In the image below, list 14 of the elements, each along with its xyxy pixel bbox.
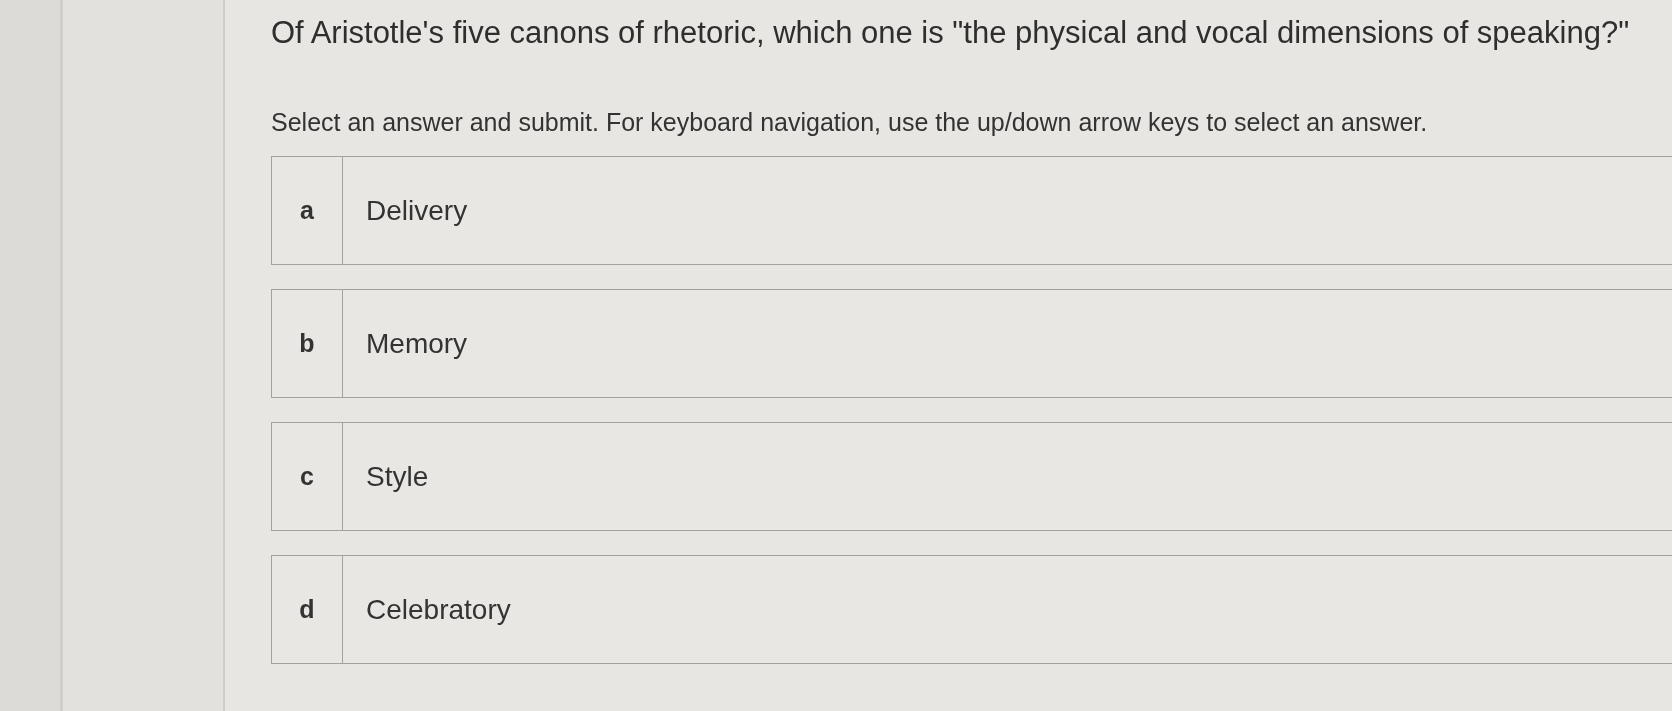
option-letter: c <box>272 423 343 530</box>
option-letter: d <box>272 556 343 663</box>
option-letter: b <box>272 290 343 397</box>
answer-option[interactable]: a Delivery <box>271 156 1672 265</box>
question-text: Of Aristotle's five canons of rhetoric, which one is "the physical and vocal dimensions of speaking?" <box>271 14 1630 52</box>
option-text: Delivery <box>365 193 468 228</box>
answer-option[interactable]: b Memory <box>271 289 1672 398</box>
answer-option[interactable]: c Style <box>271 422 1672 531</box>
option-text: Style <box>365 459 429 494</box>
option-text: Celebratory <box>365 592 511 627</box>
answer-option[interactable]: d Celebratory <box>271 555 1672 664</box>
instructions-text: Select an answer and submit. For keyboard navigation, use the up/down arrow keys to select an answer. <box>271 107 1428 138</box>
option-letter: a <box>272 157 343 264</box>
option-text: Memory <box>365 326 468 361</box>
